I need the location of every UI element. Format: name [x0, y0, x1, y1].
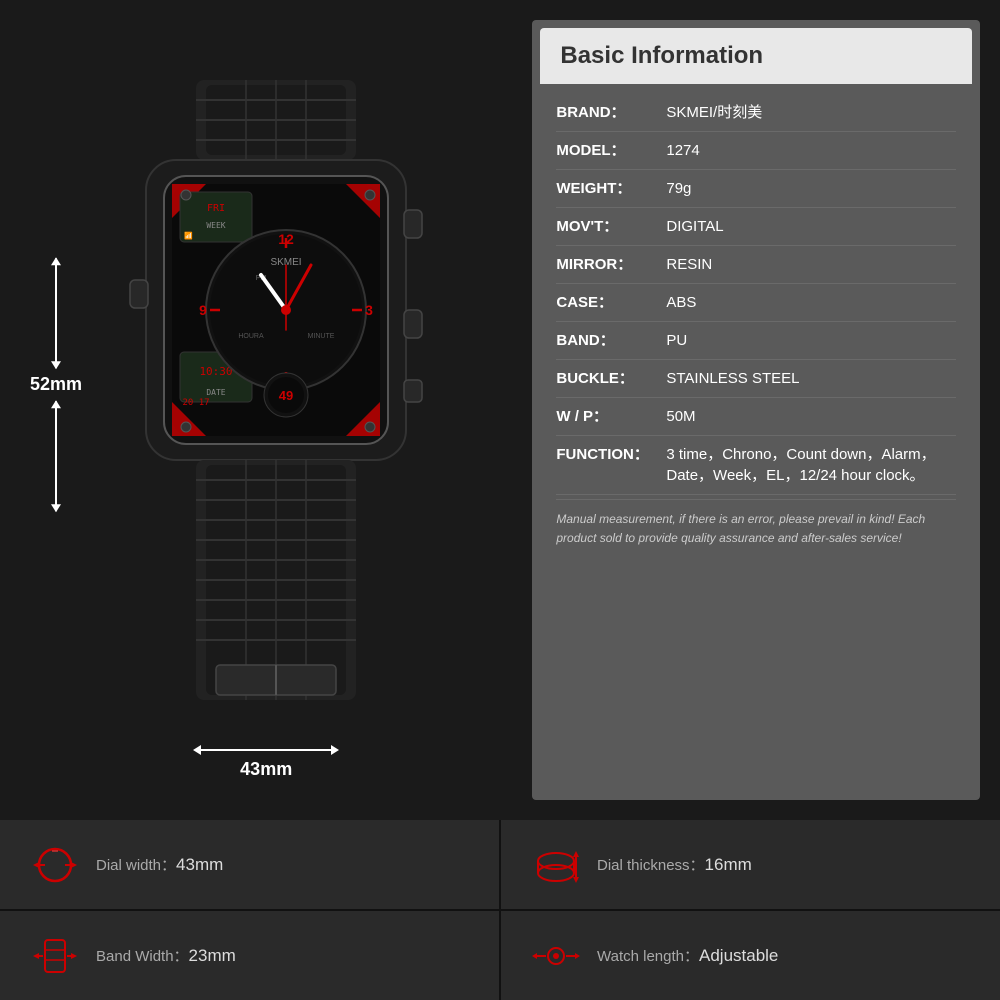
watch-length-label: Watch length： [597, 948, 699, 965]
dial-width-icon [30, 840, 80, 890]
mirror-value: RESIN [666, 254, 712, 275]
svg-text:DATE: DATE [207, 388, 226, 397]
function-label: FUNCTION： [556, 444, 666, 486]
brand-row: BRAND： SKMEI/时刻美 [556, 94, 956, 132]
buckle-value: STAINLESS STEEL [666, 368, 799, 389]
svg-text:FRI: FRI [207, 203, 225, 214]
case-value: ABS [666, 292, 696, 313]
watch-length-value: Adjustable [699, 946, 778, 965]
buckle-row: BUCKLE： STAINLESS STEEL [556, 360, 956, 398]
movt-value: DIGITAL [666, 216, 723, 237]
band-value: PU [666, 330, 687, 351]
mirror-row: MIRROR： RESIN [556, 246, 956, 284]
watch-image: FRI WEEK 📶 10:30 DATE 20 17 SKMEI PM [60, 40, 492, 740]
svg-text:49: 49 [279, 388, 293, 403]
info-content: BRAND： SKMEI/时刻美 MODEL： 1274 WEIGHT： 79g… [532, 84, 980, 800]
movt-row: MOV'T： DIGITAL [556, 208, 956, 246]
band-width-value: 23mm [189, 946, 236, 965]
spec-cell-band-width: Band Width：23mm [0, 911, 499, 1000]
info-header: Basic Information [540, 28, 972, 84]
wp-row: W / P： 50M [556, 398, 956, 436]
mirror-label: MIRROR： [556, 254, 666, 275]
band-width-label: Band Width： [96, 948, 189, 965]
svg-text:10:30: 10:30 [200, 365, 233, 378]
spec-cell-dial-thickness: Dial thickness：16mm [501, 820, 1000, 909]
function-value: 3 time，Chrono，Count down，Alarm，Date，Week… [666, 444, 956, 486]
spec-cell-watch-length: Watch length：Adjustable [501, 911, 1000, 1000]
bottom-section: Dial width：43mm Dial thickness：16mm [0, 820, 1000, 1000]
buckle-label: BUCKLE： [556, 368, 666, 389]
info-title: Basic Information [560, 42, 763, 69]
dial-width-value: 43mm [176, 855, 223, 874]
svg-text:WEEK: WEEK [207, 221, 226, 230]
model-row: MODEL： 1274 [556, 132, 956, 170]
function-row: FUNCTION： 3 time，Chrono，Count down，Alarm… [556, 436, 956, 495]
info-panel: Basic Information BRAND： SKMEI/时刻美 MODEL… [532, 20, 980, 800]
wp-label: W / P： [556, 406, 666, 427]
band-row: BAND： PU [556, 322, 956, 360]
weight-label: WEIGHT： [556, 178, 666, 199]
svg-text:📶: 📶 [184, 231, 193, 240]
svg-text:9: 9 [199, 302, 207, 318]
horizontal-dimension-label: 43mm [240, 759, 292, 780]
watch-area: 52mm [20, 20, 512, 800]
watch-length-text: Watch length：Adjustable [597, 945, 778, 966]
dial-thickness-icon [531, 840, 581, 890]
dial-thickness-value: 16mm [705, 855, 752, 874]
svg-text:MINUTE: MINUTE [308, 333, 335, 340]
weight-row: WEIGHT： 79g [556, 170, 956, 208]
dial-width-label: Dial width： [96, 857, 176, 874]
band-width-icon [30, 931, 80, 981]
brand-label: BRAND： [556, 102, 666, 123]
svg-text:HOURA: HOURA [239, 333, 265, 340]
dial-width-text: Dial width：43mm [96, 854, 223, 875]
case-label: CASE： [556, 292, 666, 313]
model-label: MODEL： [556, 140, 666, 161]
top-section: 52mm [0, 0, 1000, 820]
dial-thickness-text: Dial thickness：16mm [597, 854, 752, 875]
dial-thickness-label: Dial thickness： [597, 857, 705, 874]
band-width-text: Band Width：23mm [96, 945, 236, 966]
watch-length-icon [531, 931, 581, 981]
svg-text:20 17: 20 17 [183, 398, 210, 408]
wp-value: 50M [666, 406, 695, 427]
brand-value: SKMEI/时刻美 [666, 102, 762, 123]
note-text: Manual measurement, if there is an error… [556, 499, 956, 552]
spec-cell-dial-width: Dial width：43mm [0, 820, 499, 909]
svg-text:3: 3 [365, 302, 373, 318]
model-value: 1274 [666, 140, 699, 161]
band-label: BAND： [556, 330, 666, 351]
movt-label: MOV'T： [556, 216, 666, 237]
svg-text:12: 12 [278, 231, 294, 247]
case-row: CASE： ABS [556, 284, 956, 322]
main-container: 52mm [0, 0, 1000, 1000]
weight-value: 79g [666, 178, 691, 199]
